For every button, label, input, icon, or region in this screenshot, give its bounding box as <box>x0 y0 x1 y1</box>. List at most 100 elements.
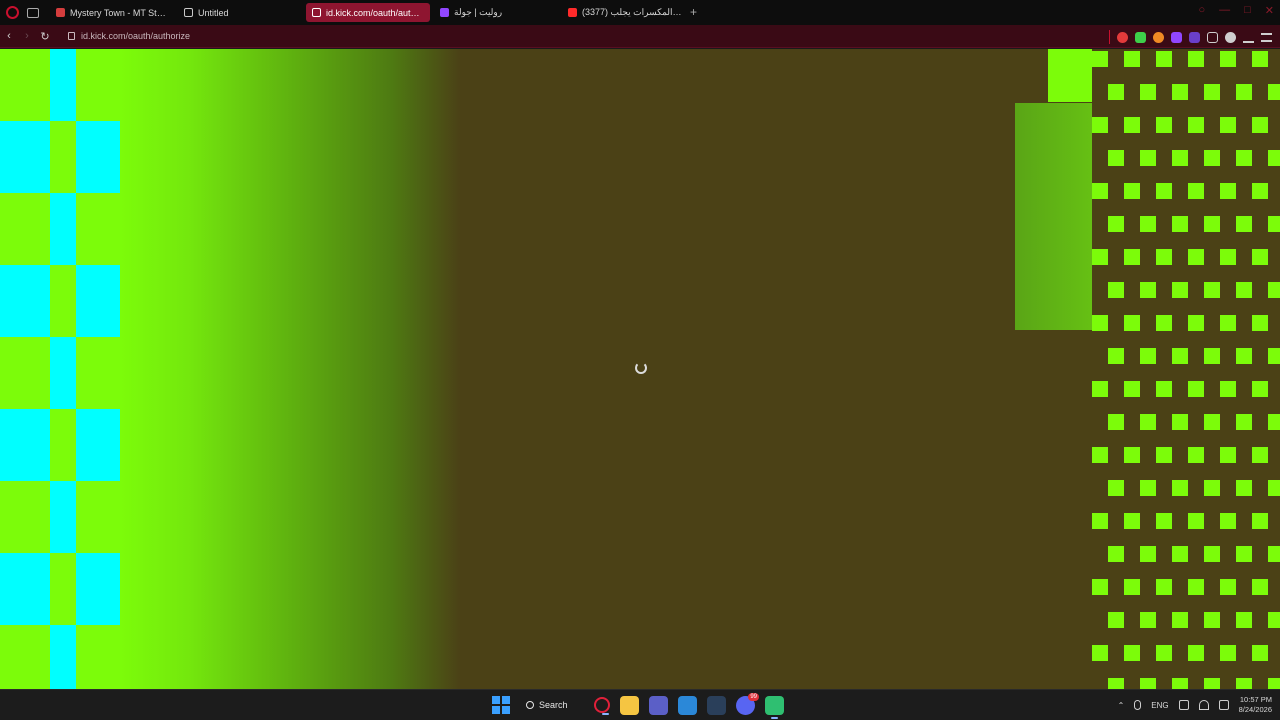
microphone-icon[interactable] <box>1134 700 1142 710</box>
extension-green-icon[interactable] <box>1135 31 1146 43</box>
green-gradient-band <box>120 49 460 689</box>
lock-icon[interactable] <box>68 32 75 40</box>
checker-cell <box>1092 645 1108 661</box>
checker-cell <box>1188 381 1204 397</box>
tab-islands-icon[interactable] <box>27 7 39 18</box>
tab-mystery-town[interactable]: Mystery Town - MT Studio <box>50 3 172 22</box>
checker-cell <box>1204 678 1220 689</box>
checker-cell <box>1172 84 1188 100</box>
tab-kick-oauth[interactable]: id.kick.com/oauth/authoriz <box>306 3 430 22</box>
back-button[interactable]: ‹ <box>0 30 18 42</box>
address-field[interactable]: id.kick.com/oauth/authorize <box>60 28 1100 45</box>
checker-cell <box>1140 282 1156 298</box>
checker-cell <box>1268 678 1280 689</box>
display-icon[interactable] <box>1178 700 1189 710</box>
minimize-icon[interactable]: — <box>1219 4 1230 17</box>
checker-cell <box>1140 546 1156 562</box>
checker-cell <box>1204 150 1220 166</box>
checker-cell <box>1092 315 1108 331</box>
start-button[interactable] <box>492 696 510 714</box>
checker-cell <box>1156 579 1172 595</box>
green-panel <box>1015 103 1092 330</box>
discord-notification-badge: 99 <box>748 692 759 701</box>
clock[interactable]: 10:57 PM 8/24/2026 <box>1239 695 1272 715</box>
checker-cell <box>1268 150 1280 166</box>
checkerboard-right <box>1092 49 1280 689</box>
checker-cell <box>1156 381 1172 397</box>
extension-purple-icon[interactable] <box>1171 31 1182 43</box>
browser-tab-strip: Mystery Town - MT Studio Untitled id.kic… <box>0 0 1280 25</box>
extensions-puzzle-icon[interactable] <box>1207 31 1218 43</box>
new-tab-button[interactable]: + <box>690 5 697 19</box>
teams-icon[interactable] <box>649 695 668 715</box>
tab-roulette[interactable]: روليت | جولة <box>434 3 558 22</box>
checker-cell <box>1156 447 1172 463</box>
wifi-icon[interactable] <box>1198 700 1209 710</box>
checker-cell <box>1236 216 1252 232</box>
checker-cell <box>1108 150 1124 166</box>
checker-cell <box>1140 348 1156 364</box>
checker-cell <box>1236 150 1252 166</box>
opera-browser-icon[interactable] <box>594 697 610 715</box>
checker-cell <box>1204 480 1220 496</box>
system-tray: ⌃ ENG 10:57 PM 8/24/2026 <box>1118 695 1272 715</box>
checker-cell <box>76 121 126 193</box>
extension-orange-icon[interactable] <box>1153 31 1164 43</box>
chevron-up-icon[interactable]: ⌃ <box>1118 701 1125 710</box>
extension-violet-icon[interactable] <box>1189 31 1200 43</box>
checker-cell <box>1108 348 1124 364</box>
window-controls: ○ — □ ✕ <box>1198 4 1274 17</box>
checker-cell <box>1156 51 1172 67</box>
close-icon[interactable]: ✕ <box>1265 4 1274 17</box>
taskbar-search[interactable]: Search <box>520 694 584 716</box>
search-tabs-icon[interactable]: ○ <box>1198 4 1205 17</box>
app-green-icon[interactable] <box>765 695 784 719</box>
menu-icon[interactable] <box>1261 32 1272 42</box>
checker-cell <box>1124 249 1140 265</box>
opera-logo-icon[interactable] <box>6 6 19 19</box>
checker-cell <box>1188 249 1204 265</box>
twitch-favicon-icon <box>440 8 449 17</box>
checker-cell <box>1092 183 1108 199</box>
forward-button[interactable]: › <box>18 30 36 42</box>
checker-cell <box>1236 282 1252 298</box>
document-favicon-icon <box>312 8 321 17</box>
mail-icon[interactable] <box>678 695 697 715</box>
extension-red-icon[interactable] <box>1117 31 1128 43</box>
checker-cell <box>1124 51 1140 67</box>
checker-cell <box>1268 216 1280 232</box>
checker-cell <box>1236 348 1252 364</box>
checker-cell <box>1204 348 1220 364</box>
steam-icon[interactable] <box>707 695 726 715</box>
checker-cell <box>1172 150 1188 166</box>
checker-cell <box>1268 348 1280 364</box>
checker-cell <box>0 553 50 625</box>
language-indicator[interactable]: ENG <box>1151 701 1168 710</box>
reload-button[interactable]: ↻ <box>36 30 54 43</box>
maximize-icon[interactable]: □ <box>1244 4 1251 17</box>
checker-cell <box>1092 381 1108 397</box>
volume-icon[interactable] <box>1218 700 1229 710</box>
checker-cell <box>1092 249 1108 265</box>
checker-cell <box>1220 315 1236 331</box>
checker-cell <box>1108 414 1124 430</box>
checker-cell <box>1236 84 1252 100</box>
tab-youtube-video[interactable]: (3377) هل بيع المكسرات يجلب <box>562 3 688 22</box>
checker-cell <box>1204 546 1220 562</box>
checker-cell <box>0 265 50 337</box>
checker-cell <box>1188 117 1204 133</box>
checker-cell <box>1220 249 1236 265</box>
discord-icon[interactable]: 99 <box>736 692 759 715</box>
checker-cell <box>1220 381 1236 397</box>
checker-cell <box>1252 183 1268 199</box>
checker-cell <box>76 625 126 689</box>
checker-cell <box>1252 51 1268 67</box>
checker-cell <box>1220 579 1236 595</box>
checker-cell <box>1220 51 1236 67</box>
profile-icon[interactable] <box>1225 31 1236 43</box>
downloads-icon[interactable] <box>1243 32 1254 43</box>
tab-untitled[interactable]: Untitled <box>178 3 298 22</box>
checker-cell <box>0 625 50 689</box>
file-explorer-icon[interactable] <box>620 695 639 715</box>
checker-cell <box>0 193 50 265</box>
